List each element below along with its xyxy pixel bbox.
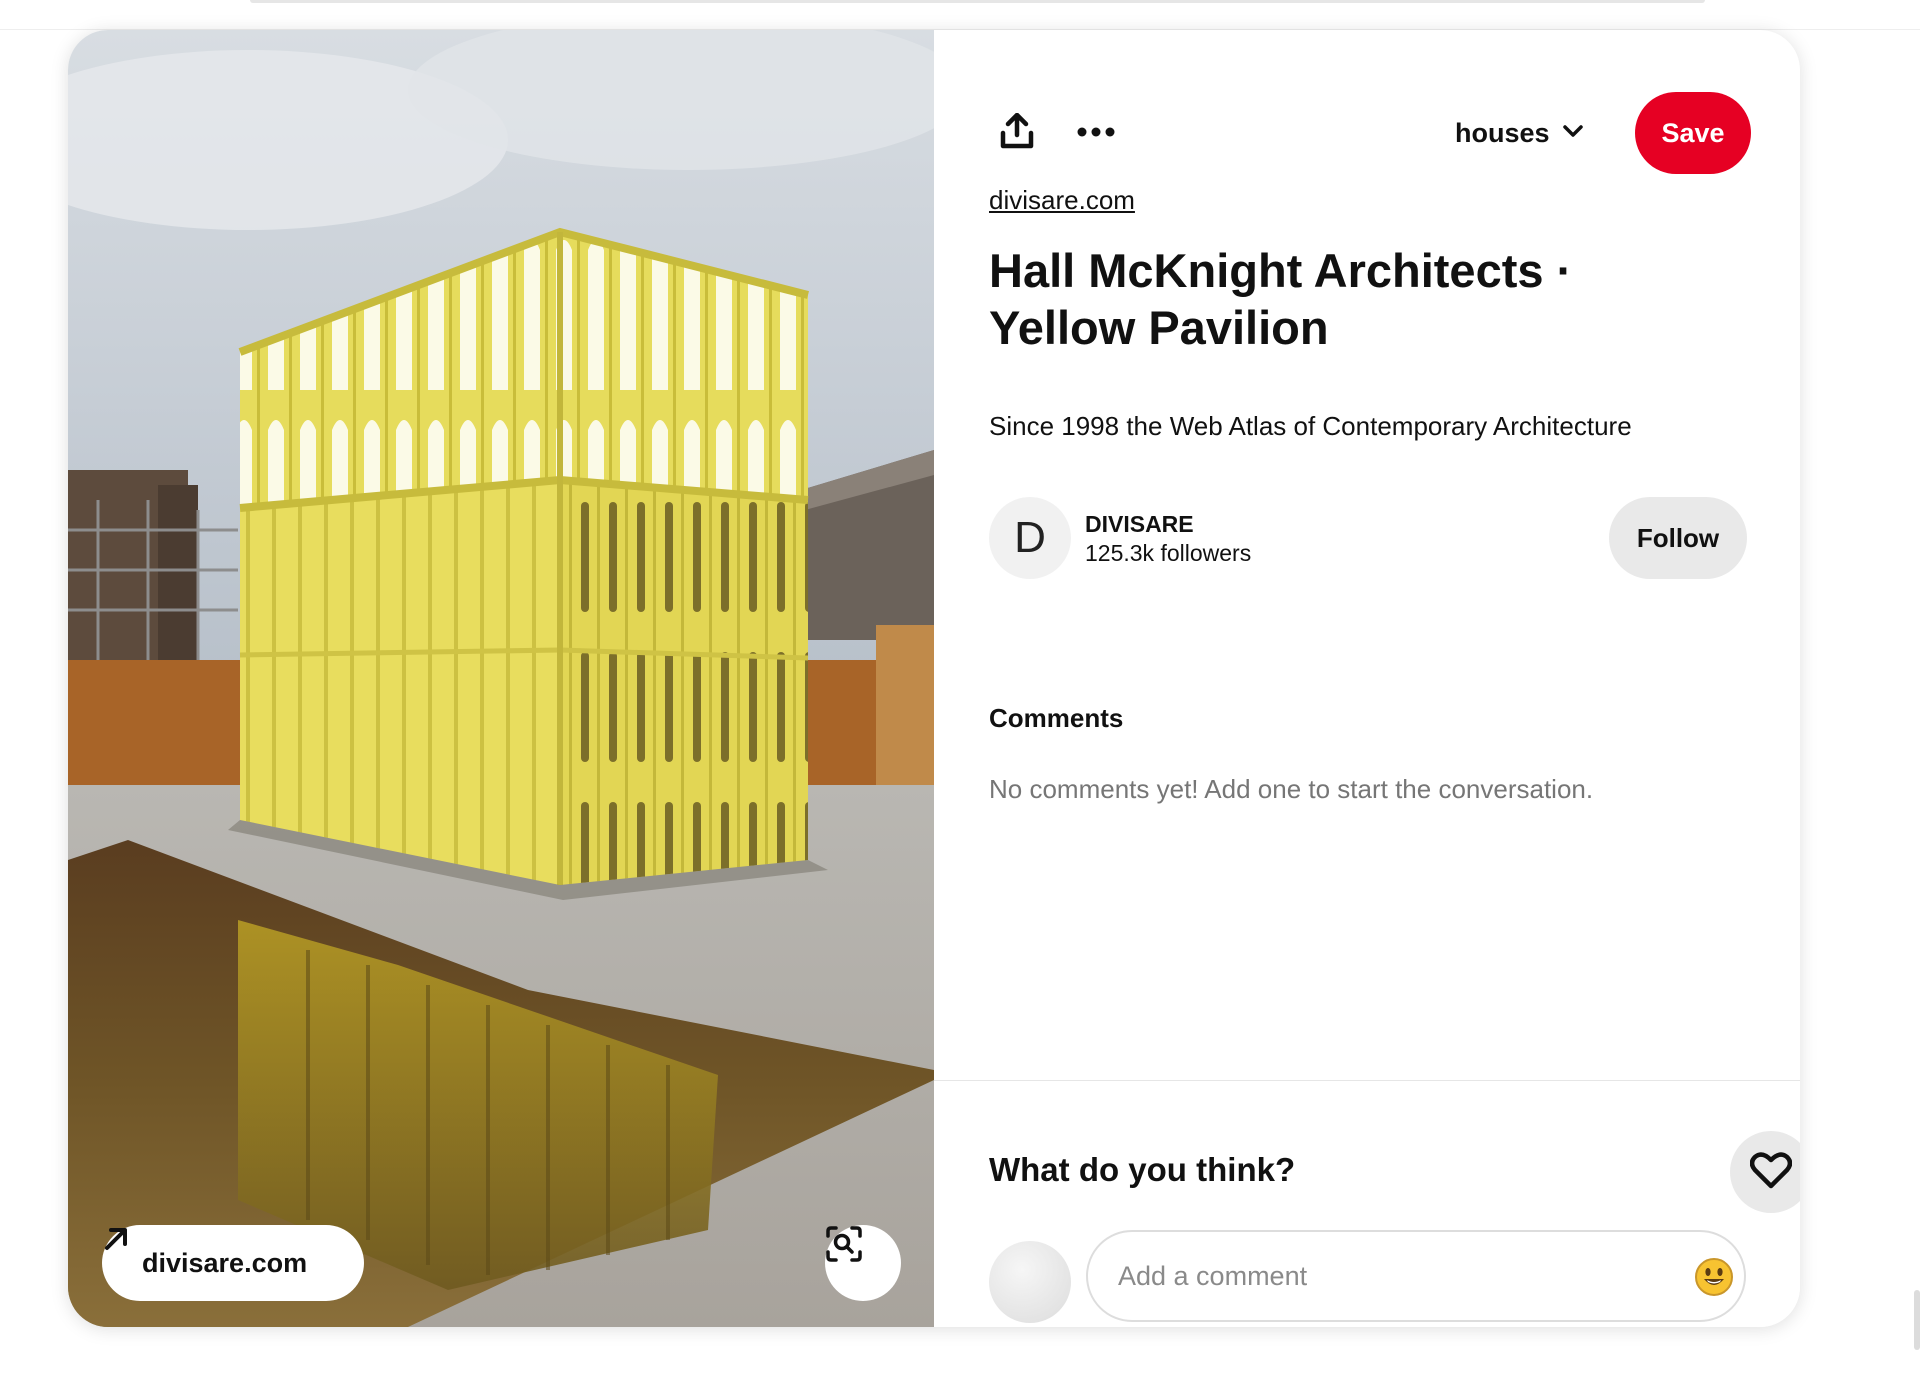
pavilion-photo [68, 30, 934, 1327]
share-upload-icon [1000, 112, 1034, 154]
comments-heading: Comments [989, 703, 1124, 733]
top-bar [0, 0, 1920, 30]
source-link[interactable]: divisare.com [989, 185, 1135, 216]
visit-site-label: divisare.com [142, 1247, 308, 1278]
save-button[interactable]: Save [1635, 92, 1751, 174]
emoji-picker-button[interactable] [1694, 1257, 1734, 1297]
share-button[interactable] [989, 92, 1045, 174]
visit-site-button[interactable]: divisare.com [102, 1225, 364, 1301]
pin-toolbar: houses Save [989, 92, 1751, 174]
pin-title: Hall McKnight Architects · Yellow Pavili… [989, 244, 1573, 354]
heart-icon [1749, 1151, 1793, 1194]
creator-name[interactable]: DIVISARE [1085, 511, 1194, 538]
pin-description: Since 1998 the Web Atlas of Contemporary… [989, 411, 1632, 441]
more-dots-icon [1077, 124, 1115, 142]
window-edge [1914, 1290, 1920, 1350]
creator-followers: 125.3k followers [1085, 540, 1252, 566]
creator-avatar[interactable]: D [989, 497, 1071, 579]
current-user-avatar[interactable] [989, 1241, 1071, 1323]
board-dropdown[interactable]: houses [1455, 92, 1584, 174]
comments-empty-message: No comments yet! Add one to start the co… [989, 774, 1594, 804]
search-bar-edge[interactable] [250, 0, 1705, 3]
smiley-face-icon [1694, 1258, 1734, 1301]
chevron-down-icon [1562, 124, 1584, 143]
react-heart-button[interactable] [1730, 1131, 1800, 1213]
composer-title: What do you think? [989, 1151, 1296, 1188]
pin-card: divisare.com houses Save divisare.com Ha… [68, 30, 1800, 1327]
pin-image[interactable]: divisare.com [68, 30, 934, 1327]
follow-button[interactable]: Follow [1609, 497, 1747, 579]
creator-row: D DIVISARE 125.3k followers Follow [989, 497, 1747, 579]
more-options-button[interactable] [1068, 92, 1124, 174]
visual-search-button[interactable] [825, 1225, 901, 1301]
comment-composer: What do you think? [934, 1080, 1800, 1327]
comment-input[interactable] [1086, 1230, 1746, 1322]
pin-details-panel: houses Save divisare.com Hall McKnight A… [934, 30, 1800, 1327]
board-name: houses [1455, 117, 1550, 148]
